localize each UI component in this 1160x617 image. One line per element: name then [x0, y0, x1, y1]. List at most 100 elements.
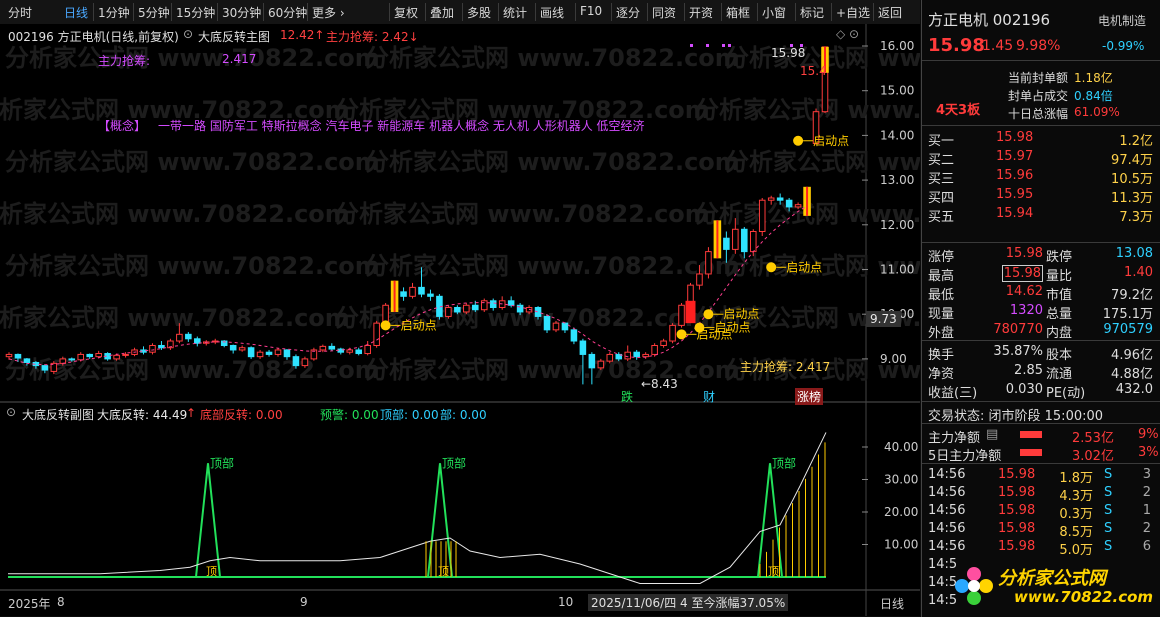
- stat-value: 15.98: [1001, 265, 1043, 282]
- limit-up-stripe: [716, 220, 719, 259]
- candle: [588, 353, 596, 369]
- sub-axis-label: 20.00: [884, 505, 918, 519]
- toolbar-button-0[interactable]: 复权: [394, 4, 418, 21]
- toolbar-button-8[interactable]: 开资: [689, 4, 713, 21]
- zhuli-value: 2.417: [222, 52, 257, 66]
- candle: [5, 353, 13, 358]
- net5-pct: 3%: [1138, 445, 1159, 460]
- top-peak-line: [427, 463, 453, 578]
- candle: [23, 358, 31, 363]
- sector-name[interactable]: 电机制造: [1098, 12, 1146, 29]
- candle: [185, 333, 192, 340]
- candle: [418, 286, 425, 295]
- tab-5[interactable]: 30分钟: [222, 4, 261, 21]
- candle: [400, 291, 407, 297]
- stat-label: 内盘: [1046, 326, 1073, 341]
- sub-chart-title[interactable]: 大底反转副图: [22, 406, 94, 423]
- tick-price: 15.98: [998, 467, 1036, 482]
- stat-row: 最高 15.98 量比 1.40: [922, 264, 1160, 284]
- candle: [364, 344, 371, 355]
- logo-text: 分析家公式网: [998, 568, 1106, 589]
- toolbar-button-3[interactable]: 统计: [503, 4, 527, 21]
- toolbar-button-1[interactable]: 叠加: [430, 4, 454, 21]
- tab-7[interactable]: 更多 ›: [312, 4, 345, 21]
- tab-1[interactable]: 日线: [64, 4, 88, 21]
- limit-up-stripe: [806, 186, 809, 216]
- candle: [507, 300, 515, 306]
- bid-row[interactable]: 买四 15.95 11.3万: [922, 186, 1160, 206]
- candle: [176, 333, 183, 342]
- bid-price: 15.94: [996, 206, 1034, 221]
- watermark-text: 分析家公式网 www.70822.com: [365, 356, 740, 384]
- bid-row[interactable]: 买二 15.97 97.4万: [922, 148, 1160, 168]
- stat-label: 股本: [1046, 348, 1073, 363]
- bid-volume: 10.5万: [1111, 172, 1153, 187]
- toolbar-button-12[interactable]: +自选: [836, 4, 870, 21]
- stat-label: 市值: [1046, 288, 1073, 303]
- indicator-dropdown-icon[interactable]: ⊙: [183, 27, 193, 41]
- tick-count: 6: [1142, 539, 1151, 554]
- period-label[interactable]: 日线: [880, 595, 904, 612]
- toolbar-button-4[interactable]: 画线: [540, 4, 564, 21]
- chart-area[interactable]: 分析家公式网 www.70822.com 分析家公式网 www.70822.com…: [0, 24, 920, 616]
- start-point-icon: [380, 320, 391, 331]
- candle: [265, 351, 273, 355]
- toolbar-button-11[interactable]: 标记: [800, 4, 824, 21]
- main-chart[interactable]: 分析家公式网 www.70822.com 分析家公式网 www.70822.com…: [0, 24, 920, 616]
- toolbar-button-6[interactable]: 逐分: [616, 4, 640, 21]
- event-tag-cai[interactable]: 财: [703, 388, 715, 405]
- candle: [732, 228, 739, 250]
- tick-side: S: [1104, 503, 1113, 518]
- last-price: 15.98: [928, 35, 985, 56]
- watermark-text: 分析家公式网 www.70822.com: [695, 96, 920, 124]
- tab-4[interactable]: 15分钟: [176, 4, 215, 21]
- event-tag-zhangbang[interactable]: 涨榜: [795, 388, 824, 405]
- toolbar-button-9[interactable]: 箱框: [726, 4, 750, 21]
- stat-value: 4.96亿: [1111, 348, 1153, 363]
- candle: [454, 306, 461, 313]
- start-label: 启动点: [786, 260, 822, 274]
- watermark-text: 分析家公式网 www.70822.com: [5, 148, 380, 176]
- candle: [194, 338, 201, 344]
- tab-3[interactable]: 5分钟: [138, 4, 170, 21]
- bottom-label: 顶: [206, 565, 217, 578]
- ten-day-label: 十日总涨幅: [1008, 107, 1069, 121]
- candle: [678, 304, 685, 326]
- bid-volume: 97.4万: [1111, 153, 1153, 168]
- tab-6[interactable]: 60分钟: [268, 4, 307, 21]
- candle: [355, 349, 362, 355]
- candle: [472, 304, 479, 311]
- bid-price: 15.97: [996, 149, 1034, 164]
- start-label: 启动点: [723, 307, 759, 321]
- bid-row[interactable]: 买五 15.94 7.3万: [922, 205, 1160, 225]
- price-axis-label: 15.00: [880, 84, 914, 98]
- candle: [256, 351, 264, 358]
- tab-2[interactable]: 1分钟: [98, 4, 130, 21]
- stat-label: 现量: [928, 307, 955, 322]
- bid-row[interactable]: 买三 15.96 10.5万: [922, 167, 1160, 187]
- sub-axis-label: 30.00: [884, 473, 918, 487]
- toolbar-button-7[interactable]: 同资: [652, 4, 676, 21]
- toolbar-button-2[interactable]: 多股: [467, 4, 491, 21]
- toolbar-button-13[interactable]: 返回: [878, 4, 902, 21]
- toolbar-button-5[interactable]: F10: [580, 4, 602, 18]
- candle: [95, 353, 102, 358]
- high-price-label: 15.98: [771, 46, 806, 60]
- stat-row: 最低 14.62 市值 79.2亿: [922, 283, 1160, 303]
- event-tag-die[interactable]: 跌: [621, 388, 633, 405]
- bid-row[interactable]: 买一 15.98 1.2亿: [922, 129, 1160, 149]
- stat-row: 换手 35.87% 股本 4.96亿: [922, 343, 1160, 363]
- zhuli-label: 主力抢筹:: [98, 54, 151, 68]
- tab-0[interactable]: 分时: [8, 4, 32, 21]
- indicator-name[interactable]: 大底反转主图: [198, 28, 270, 45]
- sub-settings-icon[interactable]: ⊙: [6, 405, 16, 419]
- candle: [767, 197, 775, 201]
- stat-row: 涨停 15.98 跌停 13.08: [922, 245, 1160, 265]
- net-main-icon[interactable]: ▤: [986, 427, 998, 442]
- toolbar-button-10[interactable]: 小窗: [762, 4, 786, 21]
- start-point-icon: [703, 309, 714, 320]
- candle: [489, 300, 497, 308]
- candle: [785, 199, 793, 208]
- chart-settings-icon[interactable]: ◇ ⊙: [836, 27, 859, 41]
- candle: [561, 322, 569, 331]
